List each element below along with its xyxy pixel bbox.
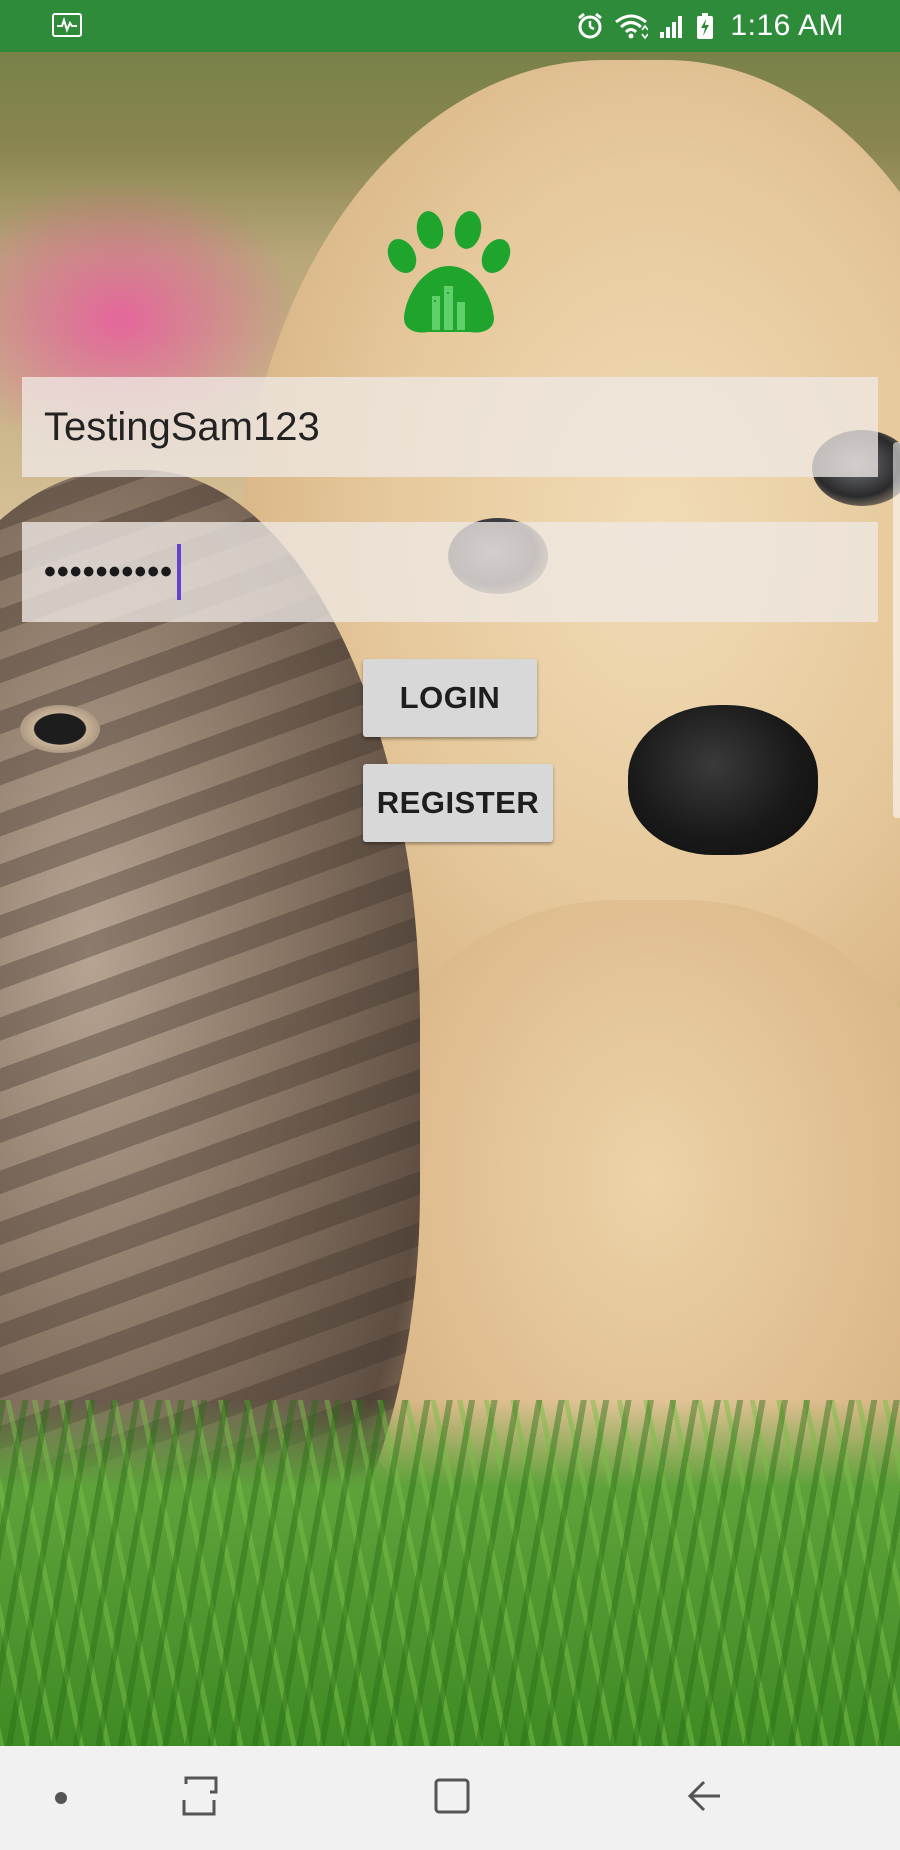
back-icon[interactable] — [684, 1774, 724, 1820]
password-value: •••••••••• — [44, 552, 174, 591]
status-bar: 1:16 AM — [0, 0, 900, 52]
register-button[interactable]: REGISTER — [363, 764, 553, 842]
signal-icon — [660, 16, 682, 38]
navigation-bar — [0, 1746, 900, 1850]
login-button[interactable]: LOGIN — [363, 659, 537, 737]
grass — [0, 1400, 900, 1750]
password-field[interactable]: •••••••••• — [22, 522, 878, 622]
puppy-nose — [628, 705, 818, 855]
register-button-label: REGISTER — [376, 785, 540, 820]
alarm-icon — [578, 12, 602, 39]
edge-panel-handle[interactable] — [893, 442, 900, 818]
status-icons — [576, 12, 714, 40]
paw-logo-icon — [387, 211, 511, 333]
username-value: TestingSam123 — [44, 404, 320, 449]
kitten-eye — [20, 705, 100, 753]
nav-dot-indicator — [55, 1792, 67, 1804]
login-button-label: LOGIN — [399, 680, 501, 715]
recents-icon[interactable] — [180, 1774, 220, 1820]
login-screen: 1:16 AM TestingSam123 •••••••••• LOGIN R… — [0, 0, 900, 1850]
status-time: 1:16 AM — [730, 9, 844, 42]
home-icon[interactable] — [432, 1774, 472, 1820]
wifi-icon — [615, 14, 648, 40]
text-cursor — [177, 544, 182, 600]
battery-charging-icon — [697, 13, 713, 39]
username-field[interactable]: TestingSam123 — [22, 377, 878, 477]
activity-icon — [52, 13, 82, 37]
